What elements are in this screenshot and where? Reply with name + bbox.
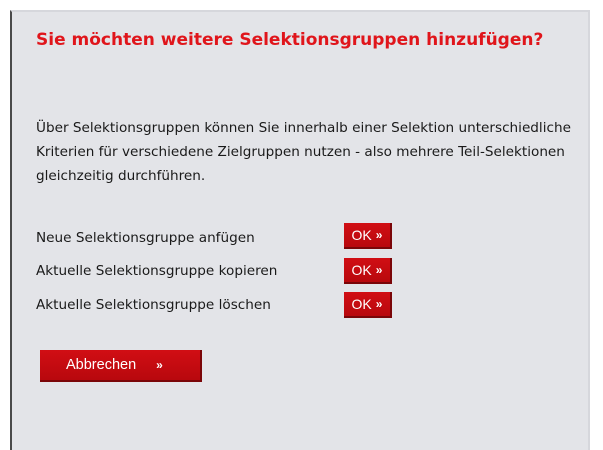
cancel-label: Abbrechen xyxy=(66,357,137,373)
copy-group-label: Aktuelle Selektionsgruppe kopieren xyxy=(36,263,278,279)
chevron-right-icon: » xyxy=(375,263,383,277)
chevron-right-icon: » xyxy=(375,228,383,242)
ok-label: OK xyxy=(351,296,372,312)
delete-group-ok-button[interactable]: OK » xyxy=(344,292,392,318)
cancel-button[interactable]: Abbrechen » xyxy=(40,350,202,382)
ok-label: OK xyxy=(351,227,372,243)
dialog-intro-text: Über Selektionsgruppen können Sie innerh… xyxy=(36,120,571,184)
dialog-title: Sie möchten weitere Selektionsgruppen hi… xyxy=(36,30,544,50)
copy-group-ok-button[interactable]: OK » xyxy=(344,258,392,284)
add-group-ok-button[interactable]: OK » xyxy=(344,223,392,249)
ok-label: OK xyxy=(351,262,372,278)
add-group-label: Neue Selektionsgruppe anfügen xyxy=(36,230,255,246)
chevron-right-icon: » xyxy=(156,358,163,372)
action-row-delete: Aktuelle Selektionsgruppe löschen xyxy=(36,292,271,318)
selection-group-dialog: Sie möchten weitere Selektionsgruppen hi… xyxy=(10,10,590,450)
delete-group-label: Aktuelle Selektionsgruppe löschen xyxy=(36,297,271,313)
action-row-copy: Aktuelle Selektionsgruppe kopieren xyxy=(36,258,277,284)
action-row-add: Neue Selektionsgruppe anfügen xyxy=(36,225,255,251)
chevron-right-icon: » xyxy=(375,297,383,311)
